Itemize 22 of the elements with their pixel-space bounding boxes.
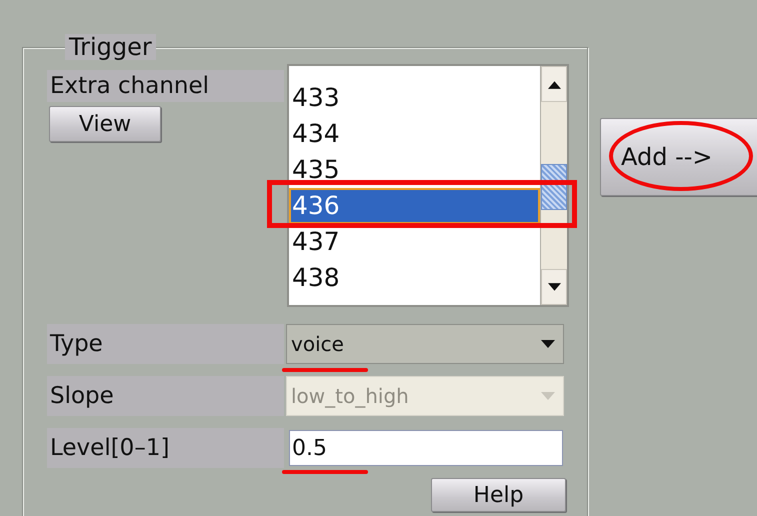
view-button[interactable]: View xyxy=(49,106,161,142)
channel-list[interactable]: 433 434 435 436 437 438 xyxy=(287,64,569,307)
list-item[interactable]: 434 xyxy=(289,116,540,152)
input-field[interactable]: 0.5 xyxy=(289,430,563,466)
list-item[interactable]: 435 xyxy=(289,152,540,188)
scroll-up-icon[interactable] xyxy=(548,80,560,88)
caret-icon xyxy=(541,392,555,400)
group-title: Trigger xyxy=(65,34,156,60)
scroll-down-icon[interactable] xyxy=(548,282,560,292)
list-item[interactable]: 436 xyxy=(289,188,540,224)
field-label: Level[0–1] xyxy=(47,428,284,468)
field-label: Slope xyxy=(47,376,284,416)
help-button[interactable]: Help xyxy=(431,478,566,512)
list-item[interactable]: 437 xyxy=(289,224,540,260)
add-button[interactable]: Add --> xyxy=(600,118,757,196)
list-item[interactable]: 438 xyxy=(289,260,540,296)
scrollbar[interactable] xyxy=(540,66,567,305)
dropdown[interactable]: voice xyxy=(286,324,564,364)
field-label: Extra channel xyxy=(47,70,284,102)
list-item[interactable]: 433 xyxy=(289,80,540,116)
field-label: Type xyxy=(47,324,284,364)
caret-icon xyxy=(541,340,555,348)
